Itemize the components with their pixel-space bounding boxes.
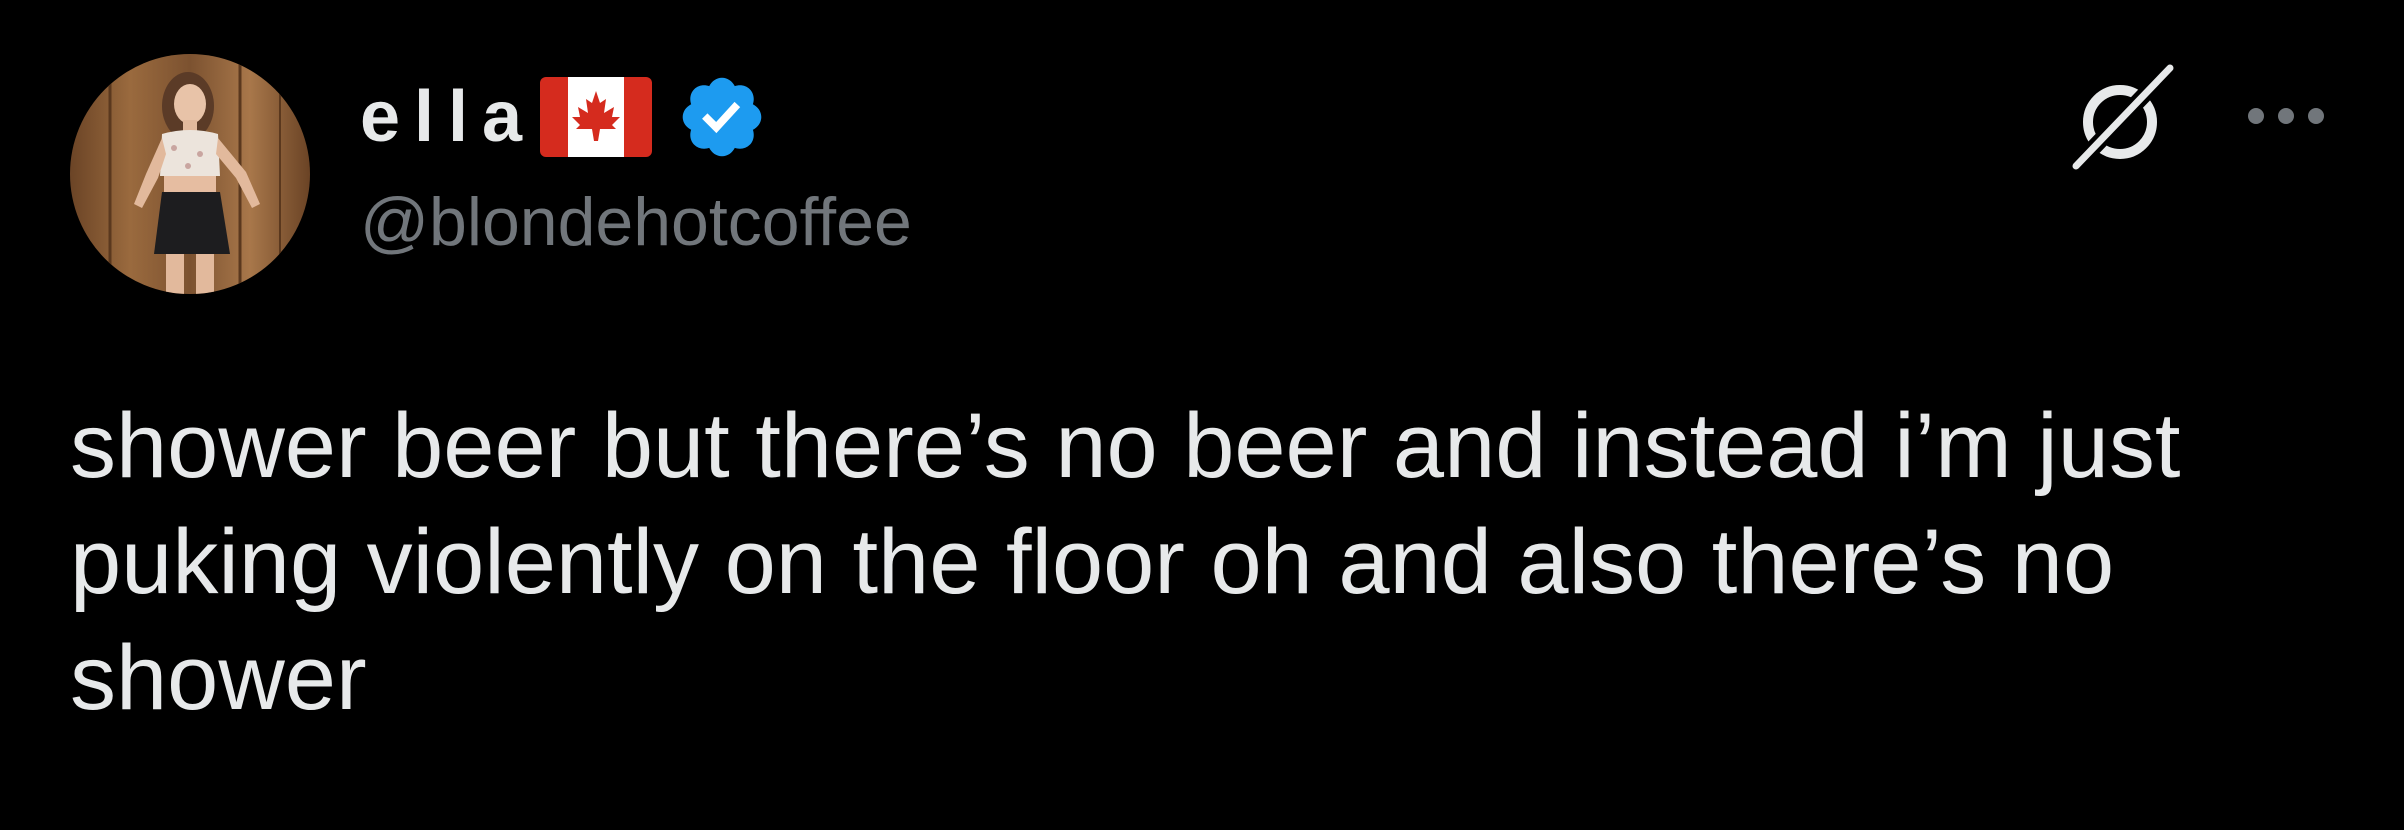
author-display-name[interactable]: ella [360,81,536,153]
author-handle[interactable]: @blondehotcoffee [360,188,912,256]
author-name-row: ella [360,72,768,162]
grok-icon[interactable] [2062,60,2182,180]
tweet-text: shower beer but there’s no beer and inst… [70,395,2181,729]
avatar-photo [70,54,310,294]
verified-badge-icon [682,77,762,157]
tweet-card: ella @blondehotcoffee shower beer but th… [0,0,2404,830]
avatar[interactable] [70,54,310,294]
more-dots-icon[interactable] [2236,86,2336,146]
canada-flag-icon [540,77,653,157]
